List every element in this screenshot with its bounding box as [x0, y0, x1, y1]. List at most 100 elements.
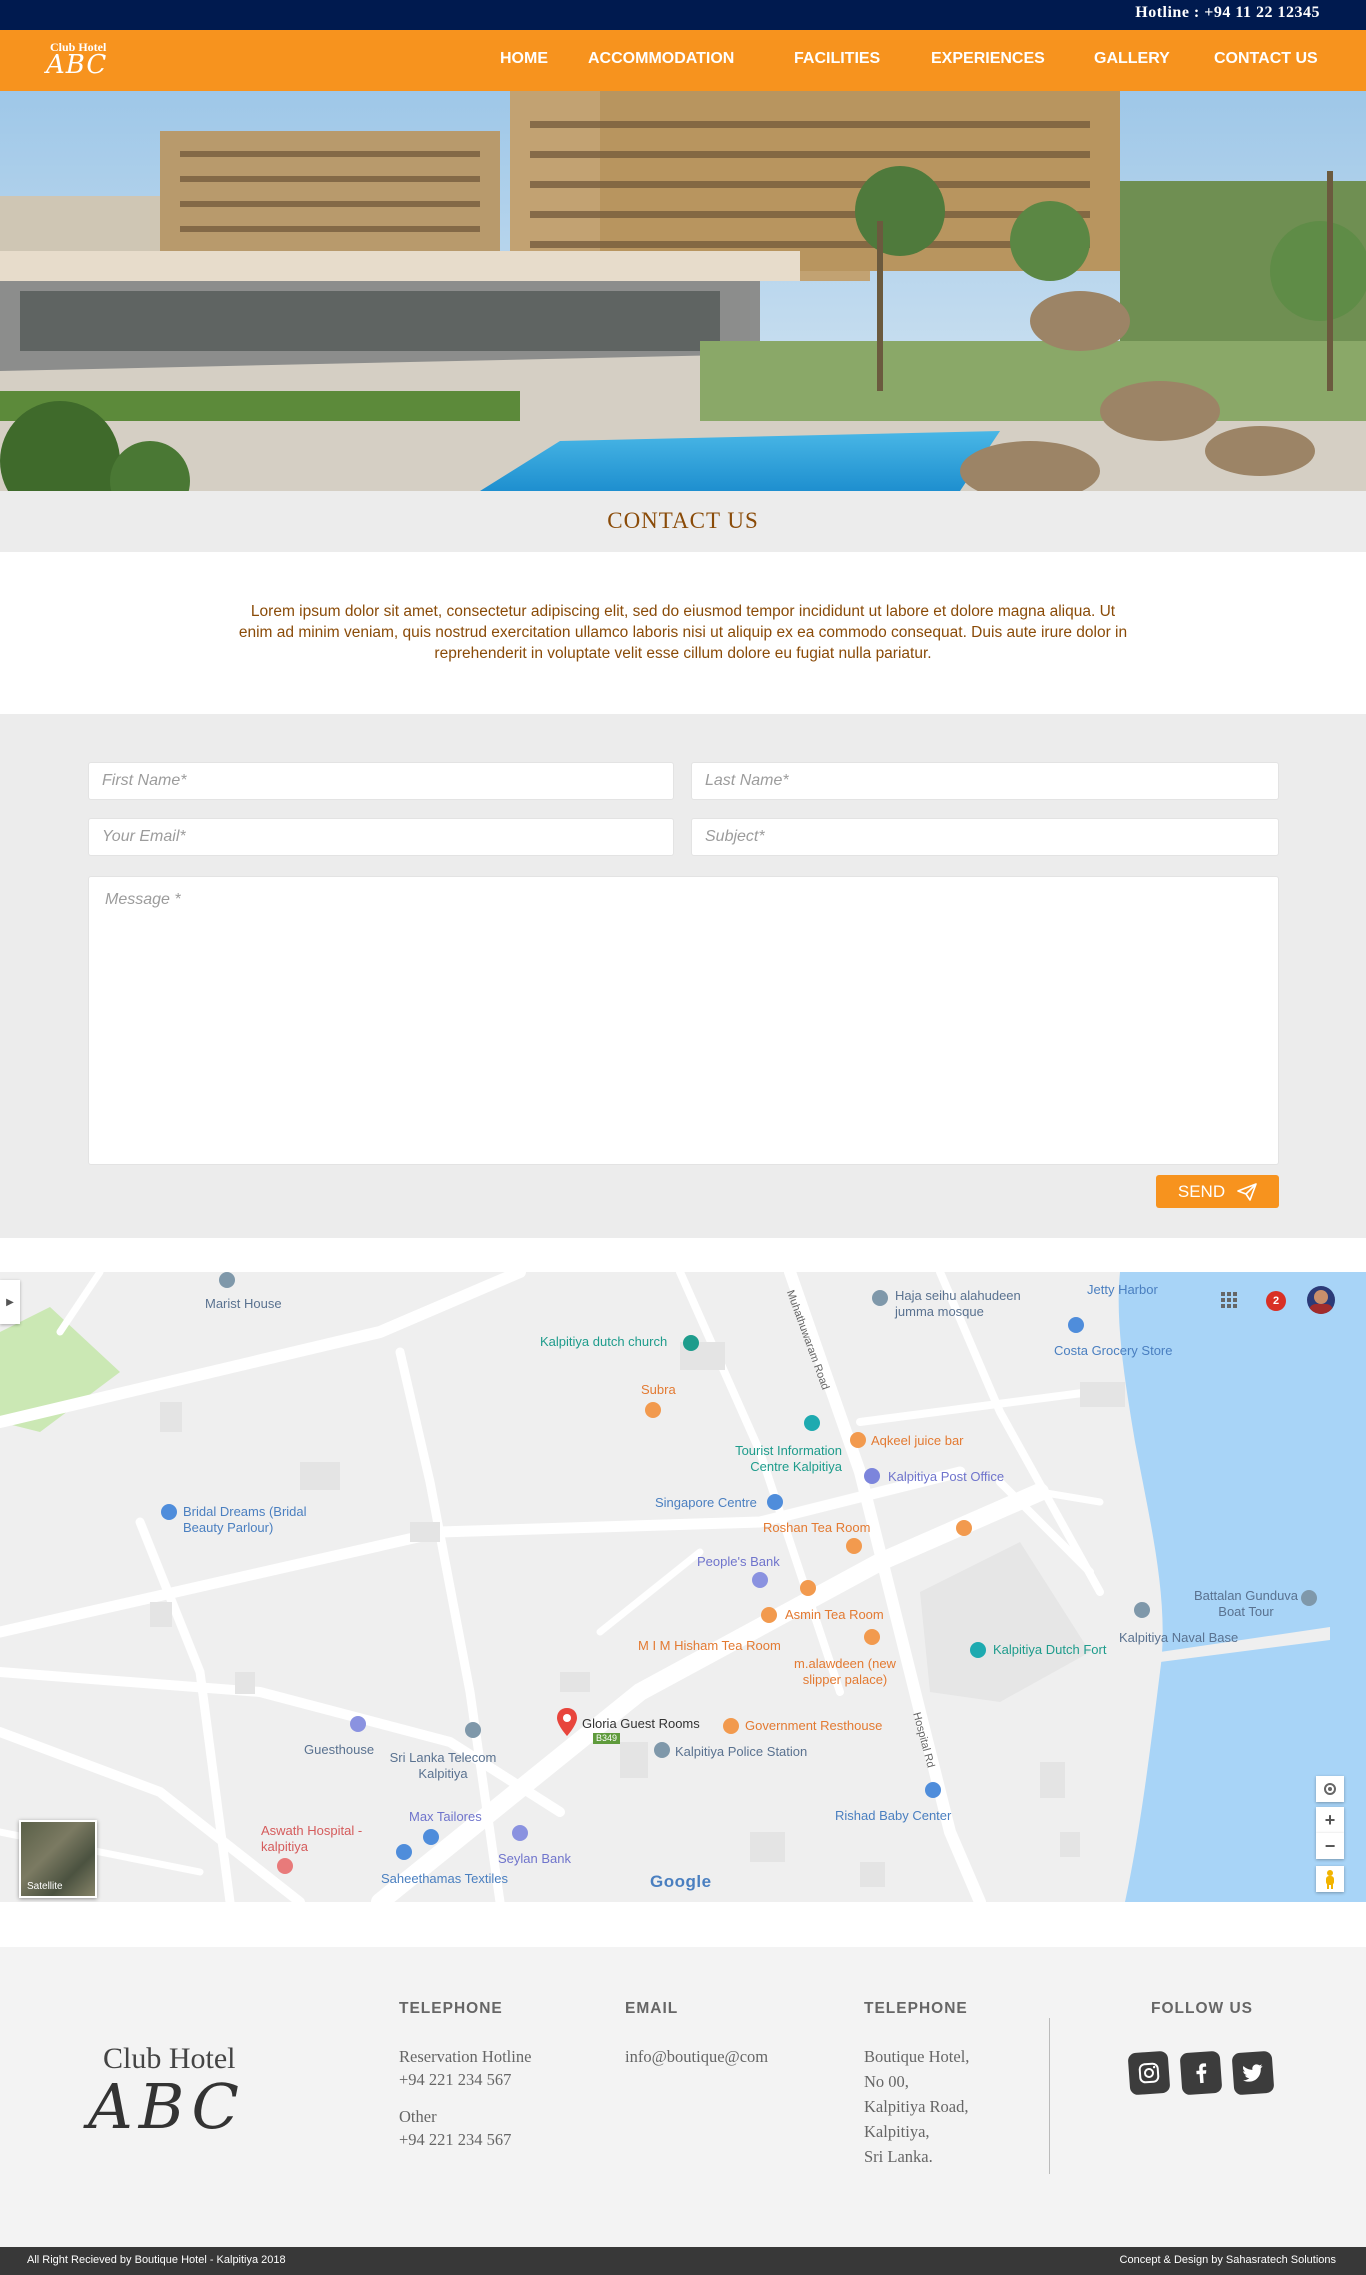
zoom-in-button[interactable]: +: [1316, 1807, 1344, 1833]
map-label-mim-hisham: M I M Hisham Tea Room: [638, 1638, 781, 1653]
send-icon: [1237, 1182, 1257, 1201]
hospital-pin-icon[interactable]: [277, 1858, 293, 1874]
footer-email-link[interactable]: info@boutique@com: [625, 2044, 768, 2069]
twitter-icon: [1243, 2064, 1263, 2082]
restaurant-pin-icon[interactable]: [645, 1402, 661, 1418]
footer-telephone-heading: TELEPHONE: [399, 2000, 503, 2017]
map-label-marist-house: Marist House: [205, 1296, 282, 1311]
message-textarea[interactable]: [88, 876, 1279, 1165]
map-label-post-office: Kalpitiya Post Office: [888, 1469, 1005, 1484]
map-label-sri-lanka-telecom: Sri Lanka Telecom Kalpitiya: [389, 1750, 497, 1781]
map-label-naval-base: Kalpitiya Naval Base: [1119, 1630, 1239, 1645]
alawdeen-pin-icon[interactable]: [864, 1629, 880, 1645]
email-input[interactable]: [88, 818, 674, 856]
map-label-roshan-tea: Roshan Tea Room: [763, 1520, 871, 1535]
map-label-police-station: Kalpitiya Police Station: [675, 1744, 808, 1759]
satellite-toggle[interactable]: Satellite: [19, 1820, 97, 1898]
nav-experiences[interactable]: EXPERIENCES: [931, 50, 1045, 68]
fort-pin-icon[interactable]: [970, 1642, 986, 1658]
avatar[interactable]: [1307, 1286, 1335, 1314]
seylan-pin-icon[interactable]: [512, 1825, 528, 1841]
info-pin-icon[interactable]: [804, 1415, 820, 1431]
map-pin-icon[interactable]: [557, 1708, 577, 1736]
footer-email-heading: EMAIL: [625, 2000, 679, 2017]
address-line-3: Kalpitiya Road,: [864, 2097, 969, 2116]
bank-pin-icon[interactable]: [752, 1572, 768, 1588]
map-label-dutch-fort: Kalpitiya Dutch Fort: [993, 1642, 1107, 1657]
zoom-out-button[interactable]: −: [1316, 1833, 1344, 1859]
other-number[interactable]: +94 221 234 567: [399, 2127, 511, 2152]
facebook-button[interactable]: [1179, 2050, 1223, 2096]
shop-pin-icon[interactable]: [767, 1494, 783, 1510]
instagram-icon: [1138, 2062, 1160, 2084]
bridal-pin-icon[interactable]: [161, 1504, 177, 1520]
guesthouse-pin-icon[interactable]: [350, 1716, 366, 1732]
hotline-text: Hotline : +94 11 22 12345: [1135, 4, 1320, 21]
satellite-label: Satellite: [27, 1881, 63, 1892]
send-button[interactable]: SEND: [1156, 1175, 1279, 1208]
intro-paragraph: Lorem ipsum dolor sit amet, consectetur …: [238, 603, 1128, 662]
first-name-input[interactable]: [88, 762, 674, 800]
tailor-pin-icon[interactable]: [423, 1829, 439, 1845]
marist-pin-icon[interactable]: [219, 1272, 235, 1288]
nav-home[interactable]: HOME: [500, 50, 548, 68]
footer-divider: [1049, 2018, 1050, 2174]
address-line-5: Sri Lanka.: [864, 2147, 933, 2166]
post-office-pin-icon[interactable]: [864, 1468, 880, 1484]
location-map[interactable]: ▶ Marist House Kalpitiya dutch church Ha…: [0, 1272, 1366, 1902]
google-logo: Google: [650, 1872, 712, 1891]
mosque-pin-icon[interactable]: [872, 1290, 888, 1306]
address-line-2: No 00,: [864, 2072, 909, 2091]
map-label-battalan: Battalan Gunduva Boat Tour: [1193, 1588, 1299, 1619]
hisham-pin-icon[interactable]: [761, 1607, 777, 1623]
address-line-1: Boutique Hotel,: [864, 2047, 970, 2066]
telecom-pin-icon[interactable]: [465, 1722, 481, 1738]
map-label-government-resthouse: Government Resthouse: [745, 1718, 883, 1733]
textiles-pin-icon[interactable]: [396, 1844, 412, 1860]
instagram-button[interactable]: [1127, 2050, 1171, 2096]
juice-pin-icon[interactable]: [850, 1432, 866, 1448]
subject-input[interactable]: [691, 818, 1279, 856]
police-pin-icon[interactable]: [654, 1742, 670, 1758]
last-name-input[interactable]: [691, 762, 1279, 800]
footer-address-heading: TELEPHONE: [864, 2000, 968, 2017]
asmin-pin-icon[interactable]: [800, 1580, 816, 1596]
map-label-aswath-hospital: Aswath Hospital - kalpitiya: [261, 1823, 363, 1854]
grocery-pin-icon[interactable]: [1068, 1317, 1084, 1333]
map-side-panel-toggle[interactable]: ▶: [0, 1280, 20, 1324]
nav-facilities[interactable]: FACILITIES: [794, 50, 880, 68]
rishad-pin-icon[interactable]: [925, 1782, 941, 1798]
header-logo[interactable]: Club Hotel ABC: [46, 38, 136, 80]
resthouse-pin-icon[interactable]: [723, 1718, 739, 1734]
zoom-out-icon: −: [1324, 1835, 1336, 1856]
nav-contact-us[interactable]: CONTACT US: [1214, 50, 1318, 68]
my-location-button[interactable]: [1316, 1776, 1344, 1802]
notification-badge[interactable]: 2: [1266, 1291, 1286, 1311]
credit-text[interactable]: Concept & Design by Sahasratech Solution…: [1120, 2254, 1336, 2266]
map-label-seylan-bank: Seylan Bank: [498, 1851, 571, 1866]
naval-pin-icon[interactable]: [1134, 1602, 1150, 1618]
street-view-button[interactable]: [1316, 1866, 1344, 1892]
map-label-max-tailores: Max Tailores: [409, 1809, 482, 1824]
map-label-saheethamas: Saheethamas Textiles: [381, 1871, 508, 1886]
page-title: CONTACT US: [607, 508, 759, 533]
map-label-singapore-centre: Singapore Centre: [655, 1495, 757, 1510]
facebook-icon: [1196, 2063, 1207, 2084]
map-label-dutch-church: Kalpitiya dutch church: [540, 1334, 668, 1349]
roshan-pin-icon[interactable]: [846, 1538, 862, 1554]
church-pin-icon[interactable]: [683, 1335, 699, 1351]
nav-gallery[interactable]: GALLERY: [1094, 50, 1170, 68]
map-label-bridal-dreams: Bridal Dreams (Bridal Beauty Parlour): [183, 1504, 307, 1535]
map-label-rishad-baby: Rishad Baby Center: [835, 1808, 952, 1823]
cafe-pin-icon[interactable]: [956, 1520, 972, 1536]
send-label: SEND: [1177, 1181, 1226, 1201]
nav-accommodation[interactable]: ACCOMMODATION: [588, 50, 734, 68]
boat-pin-icon[interactable]: [1301, 1590, 1317, 1606]
twitter-button[interactable]: [1231, 2050, 1275, 2096]
map-label-peoples-bank: People's Bank: [697, 1554, 780, 1569]
apps-grid-icon[interactable]: [1221, 1292, 1237, 1308]
map-label-asmin-tea: Asmin Tea Room: [785, 1607, 884, 1622]
reservation-number[interactable]: +94 221 234 567: [399, 2067, 511, 2092]
hero-image: [0, 91, 1366, 491]
footer-logo-bottom: ABC: [88, 2070, 245, 2143]
